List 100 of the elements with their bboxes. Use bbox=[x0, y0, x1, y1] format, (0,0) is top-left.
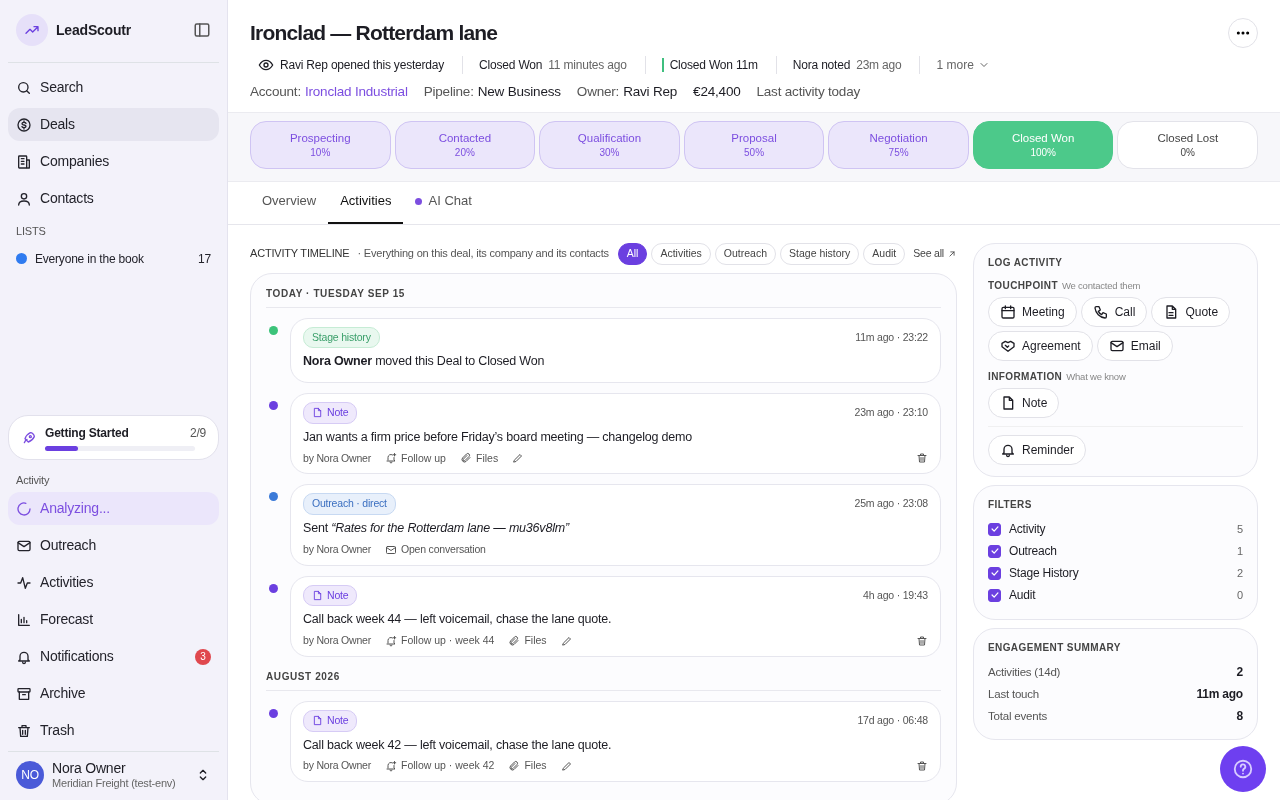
pulse-icon bbox=[16, 574, 32, 591]
checkmark-icon bbox=[989, 524, 1000, 535]
filter-chip[interactable]: Stage history bbox=[780, 242, 860, 265]
checkmark-icon bbox=[989, 568, 1000, 579]
files-button[interactable]: Files bbox=[508, 633, 547, 649]
date-heading: TODAY · TUESDAY SEP 15 bbox=[266, 283, 941, 308]
getting-started-card[interactable]: Getting Started 2/9 bbox=[8, 414, 219, 460]
section-subtitle: · Everything on this deal, its company and its contacts bbox=[357, 246, 609, 262]
pipeline-stage[interactable]: Negotiation 75% bbox=[828, 121, 969, 170]
bell-plus-icon bbox=[385, 760, 397, 773]
user-menu[interactable]: NO Nora Owner Meridian Freight (test-env) bbox=[8, 751, 219, 790]
checkbox[interactable] bbox=[988, 566, 1001, 580]
list-item[interactable]: Everyone in the book 17 bbox=[8, 243, 219, 274]
activity-tag: Note bbox=[303, 402, 358, 424]
files-button[interactable]: Files bbox=[459, 450, 499, 467]
edit-button[interactable] bbox=[560, 760, 573, 773]
filter-chip[interactable]: All bbox=[617, 242, 648, 265]
pipeline-stage[interactable]: Qualification 30% bbox=[539, 121, 680, 170]
log-button[interactable]: Call bbox=[1080, 297, 1148, 327]
more-options-button[interactable] bbox=[1228, 18, 1258, 48]
tab[interactable]: Activities bbox=[328, 182, 404, 224]
activity-tag: Note bbox=[303, 584, 358, 607]
sidebar-item[interactable]: Analyzing... bbox=[8, 492, 219, 525]
follow-up-button[interactable]: Follow up bbox=[385, 450, 446, 467]
follow-up-button[interactable]: Follow up · week 44 bbox=[385, 633, 495, 649]
filter-label: Audit bbox=[1009, 587, 1036, 605]
panel-title: ENGAGEMENT SUMMARY bbox=[988, 641, 1122, 656]
pipeline-stage[interactable]: Prospecting 10% bbox=[250, 121, 391, 170]
author: by Nora Owner bbox=[303, 758, 371, 774]
help-icon bbox=[1232, 758, 1254, 780]
see-all-link[interactable]: See all bbox=[913, 245, 957, 262]
rocket-icon bbox=[21, 429, 37, 446]
edit-button[interactable] bbox=[560, 634, 573, 647]
activity-time: 17d ago · 06:48 bbox=[857, 712, 928, 728]
filter-label: Stage History bbox=[1009, 565, 1079, 583]
summary-label: Activities (14d) bbox=[988, 664, 1061, 680]
delete-button[interactable] bbox=[916, 634, 928, 647]
activity-event: Nora noted bbox=[792, 57, 851, 74]
sidebar-toggle-button[interactable] bbox=[193, 21, 211, 39]
filter-chip[interactable]: Outreach bbox=[714, 242, 777, 265]
log-button[interactable]: Quote bbox=[1151, 297, 1231, 327]
sidebar-item[interactable]: Trash bbox=[8, 714, 219, 747]
bell-icon bbox=[1000, 442, 1016, 459]
more-events-button[interactable]: 1 more bbox=[936, 56, 990, 74]
checkbox[interactable] bbox=[988, 544, 1001, 558]
timeline-dot bbox=[268, 708, 278, 718]
filter-label: Outreach bbox=[1009, 543, 1057, 561]
delete-button[interactable] bbox=[916, 452, 928, 465]
pipeline-stage[interactable]: Proposal 50% bbox=[683, 121, 825, 170]
sidebar-item[interactable]: Activities bbox=[8, 566, 219, 599]
sidebar-item[interactable]: Archive bbox=[8, 677, 219, 710]
edit-button[interactable] bbox=[512, 452, 525, 465]
sidebar-item[interactable]: Search bbox=[8, 71, 219, 104]
follow-up-button[interactable]: Follow up · week 42 bbox=[385, 758, 495, 774]
section-heading: LISTS bbox=[15, 224, 47, 239]
filter-count: 0 bbox=[1237, 588, 1243, 603]
sidebar-item[interactable]: Contacts bbox=[8, 182, 219, 215]
pipeline-stage[interactable]: Contacted 20% bbox=[394, 121, 536, 170]
activity-event: Closed Won 11m bbox=[669, 57, 758, 74]
reminder-button[interactable]: Reminder bbox=[988, 435, 1087, 466]
activity-time: 25m ago · 23:08 bbox=[854, 496, 928, 512]
activity-text: Sent “Rates for the Rotterdam lane — mu36v8lm” bbox=[303, 520, 571, 537]
log-button[interactable]: Note bbox=[988, 388, 1060, 419]
filter-count: 2 bbox=[1237, 566, 1243, 581]
summary-value: 11m ago bbox=[1196, 686, 1243, 704]
deal-title: Ironclad — Rotterdam lane bbox=[250, 20, 498, 46]
files-button[interactable]: Files bbox=[508, 758, 547, 774]
help-button[interactable] bbox=[1220, 746, 1266, 792]
activity-event: Ravi Rep opened this yesterday bbox=[280, 57, 445, 74]
timeline-dot bbox=[268, 492, 278, 502]
delete-button[interactable] bbox=[916, 760, 928, 773]
sidebar-item[interactable]: Companies bbox=[8, 145, 219, 178]
sidebar-item[interactable]: Notifications 3 bbox=[8, 640, 219, 673]
pipeline-stage[interactable]: Closed Lost 0% bbox=[1117, 121, 1259, 170]
tab[interactable]: AI Chat bbox=[403, 182, 484, 224]
checkbox[interactable] bbox=[988, 588, 1001, 602]
filter-chip[interactable]: Activities bbox=[651, 242, 711, 265]
user-name: Nora Owner bbox=[52, 760, 127, 777]
sidebar-item[interactable]: Deals bbox=[8, 108, 219, 141]
sidebar-item[interactable]: Outreach bbox=[8, 529, 219, 562]
section-hint: We contacted them bbox=[1061, 278, 1141, 293]
envelope-icon bbox=[385, 543, 397, 556]
sidebar-item[interactable]: Forecast bbox=[8, 603, 219, 636]
event-time: 23m ago bbox=[856, 57, 902, 74]
activity-time: 23m ago · 23:10 bbox=[854, 405, 928, 420]
tab[interactable]: Overview bbox=[250, 182, 329, 224]
open-conversation-link[interactable]: Open conversation bbox=[385, 541, 486, 558]
activity-tag: Stage history bbox=[303, 326, 380, 349]
checkbox[interactable] bbox=[988, 522, 1001, 536]
log-button[interactable]: Agreement bbox=[988, 331, 1093, 361]
log-button[interactable]: Email bbox=[1096, 331, 1173, 361]
meta-value: Ravi Rep bbox=[623, 83, 678, 101]
trash-icon bbox=[916, 760, 928, 773]
bar-chart-icon bbox=[16, 611, 32, 628]
meta-value: New Business bbox=[477, 83, 561, 101]
activity-text: Call back week 42 — left voicemail, chase the lane quote. bbox=[303, 736, 613, 754]
account-link[interactable]: Ironclad Industrial bbox=[304, 82, 408, 103]
summary-label: Total events bbox=[988, 708, 1047, 724]
filter-chip[interactable]: Audit bbox=[863, 242, 906, 265]
log-button[interactable]: Meeting bbox=[988, 297, 1077, 327]
